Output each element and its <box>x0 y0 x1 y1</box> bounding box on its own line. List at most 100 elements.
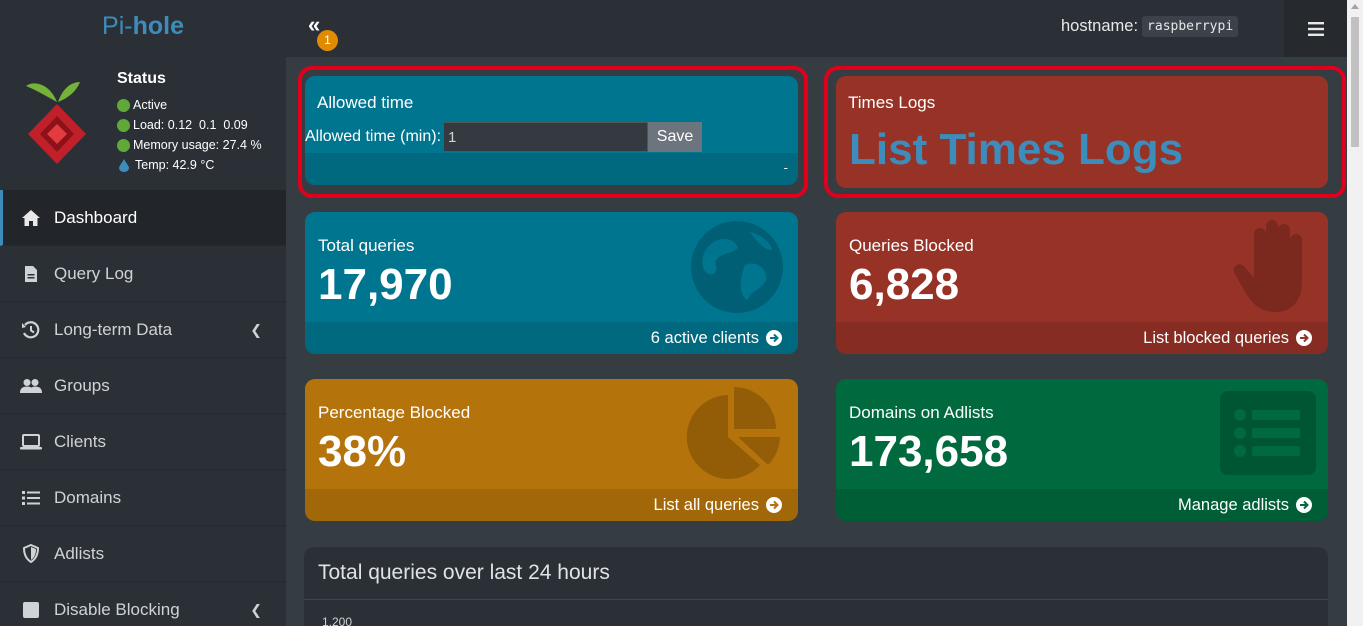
sidebar-item-query-log[interactable]: Query Log <box>0 246 286 302</box>
arrow-circle-right-icon <box>1296 330 1312 346</box>
brand-logo[interactable]: Pi-hole <box>0 0 286 54</box>
scrollbar-thumb[interactable] <box>1351 17 1359 147</box>
status-title: Status <box>117 70 166 87</box>
status-temp: Temp: 42.9 °C <box>117 158 214 172</box>
load-label: Load: <box>133 118 165 132</box>
shield-icon <box>20 544 42 564</box>
times-logs-card: Times Logs List Times Logs <box>836 76 1328 188</box>
sidebar-item-label: Long-term Data <box>54 319 173 339</box>
hostname-value: raspberrypi <box>1142 16 1239 37</box>
queries-blocked-title: Queries Blocked <box>849 236 974 255</box>
queries-blocked-card: Queries Blocked 6,828 List blocked queri… <box>836 212 1328 354</box>
chevron-left-icon: ❮ <box>250 321 262 337</box>
chart-y-tick: 1,200 <box>322 615 353 626</box>
list-blocked-queries-link[interactable]: List blocked queries <box>836 322 1328 354</box>
total-queries-card: Total queries 17,970 6 active clients <box>305 212 798 354</box>
hostname: hostname: raspberrypi <box>1061 16 1239 37</box>
topbar: « 1 hostname: raspberrypi <box>286 0 1347 57</box>
allowed-time-title: Allowed time <box>317 93 414 112</box>
allowed-time-form: Allowed time (min): Save <box>305 122 703 152</box>
domains-on-adlists-value: 173,658 <box>849 427 1009 476</box>
brand-prefix: Pi- <box>102 12 133 40</box>
laptop-icon <box>20 432 42 452</box>
hostname-label: hostname: <box>1061 17 1139 35</box>
sidebar-item-domains[interactable]: Domains <box>0 470 286 526</box>
percentage-blocked-card: Percentage Blocked 38% List all queries <box>305 379 798 521</box>
active-clients-link[interactable]: 6 active clients <box>305 322 798 354</box>
list-times-logs-link[interactable]: List Times Logs <box>849 125 1183 175</box>
memory-value: 27.4 % <box>222 138 262 152</box>
sidebar-item-label: Dashboard <box>54 207 138 227</box>
list-icon <box>20 488 42 508</box>
manage-adlists-text: Manage adlists <box>1178 495 1289 514</box>
total-queries-title: Total queries <box>318 236 415 255</box>
status-load: Load: 0.12 0.1 0.09 <box>117 118 248 132</box>
allowed-time-footer: - <box>305 153 798 185</box>
load-values: 0.12 0.1 0.09 <box>167 118 248 132</box>
menu-toggle-button[interactable] <box>1284 0 1347 57</box>
sidebar-item-dashboard[interactable]: Dashboard <box>0 190 286 246</box>
status-memory: Memory usage: 27.4 % <box>117 138 262 152</box>
sidebar-item-label: Groups <box>54 375 110 395</box>
total-queries-value: 17,970 <box>318 260 453 309</box>
sidebar-item-label: Query Log <box>54 263 134 283</box>
arrow-circle-right-icon <box>766 330 782 346</box>
page-scrollbar[interactable] <box>1347 0 1363 626</box>
sidebar-item-groups[interactable]: Groups <box>0 358 286 414</box>
pihole-logo-icon <box>26 82 86 164</box>
domains-on-adlists-card: Domains on Adlists 173,658 Manage adlist… <box>836 379 1328 521</box>
chevron-left-icon: ❮ <box>250 601 262 617</box>
file-icon <box>20 264 42 284</box>
list-all-queries-text: List all queries <box>653 495 759 514</box>
pie-chart-icon <box>686 387 780 479</box>
home-icon <box>20 208 42 228</box>
globe-icon <box>691 221 783 313</box>
active-clients-text: 6 active clients <box>650 328 759 347</box>
list-blocked-queries-text: List blocked queries <box>1143 328 1289 347</box>
sidebar-item-long-term-data[interactable]: Long-term Data ❮ <box>0 302 286 358</box>
memory-label: Memory usage: <box>133 138 220 152</box>
temp-text: Temp: 42.9 °C <box>135 158 215 172</box>
hand-icon <box>1233 220 1302 312</box>
arrow-circle-right-icon <box>1296 497 1312 513</box>
sidebar: Pi-hole Status Active Load: 0.12 0.1 0.0… <box>0 0 286 626</box>
users-icon <box>20 376 42 396</box>
memory-dot-icon <box>117 138 130 152</box>
active-dot-icon <box>117 98 130 112</box>
allowed-time-card: Allowed time Allowed time (min): Save - <box>305 76 798 185</box>
arrow-circle-right-icon <box>766 497 782 513</box>
save-button[interactable]: Save <box>648 122 703 152</box>
times-logs-title: Times Logs <box>848 93 936 112</box>
percentage-blocked-title: Percentage Blocked <box>318 403 471 422</box>
sidebar-item-adlists[interactable]: Adlists <box>0 526 286 582</box>
percentage-blocked-value: 38% <box>318 427 407 476</box>
history-icon <box>20 320 42 340</box>
sidebar-item-disable-blocking[interactable]: Disable Blocking ❮ <box>0 582 286 626</box>
list-alt-icon <box>1220 391 1316 475</box>
queries-blocked-value: 6,828 <box>849 260 960 309</box>
notification-badge[interactable]: 1 <box>317 30 338 51</box>
allowed-time-label: Allowed time (min): <box>305 128 442 145</box>
status-panel: Status Active Load: 0.12 0.1 0.09 Memory… <box>0 62 286 187</box>
hamburger-icon <box>1307 21 1324 36</box>
manage-adlists-link[interactable]: Manage adlists <box>836 489 1328 521</box>
temperature-drop-icon <box>119 158 129 172</box>
total-queries-chart-card: Total queries over last 24 hours 1,200 <box>304 547 1328 626</box>
load-dot-icon <box>117 118 130 132</box>
sidebar-item-label: Disable Blocking <box>54 599 180 619</box>
stop-icon <box>20 600 42 620</box>
scroll-up-arrow-icon[interactable] <box>1351 4 1359 9</box>
sidebar-item-label: Domains <box>54 487 122 507</box>
allowed-time-input[interactable] <box>443 122 649 152</box>
domains-on-adlists-title: Domains on Adlists <box>849 403 994 422</box>
list-all-queries-link[interactable]: List all queries <box>305 489 798 521</box>
status-active: Active <box>117 98 167 112</box>
sidebar-item-label: Adlists <box>54 543 105 563</box>
chart-divider <box>304 599 1328 600</box>
sidebar-item-clients[interactable]: Clients <box>0 414 286 470</box>
chart-title: Total queries over last 24 hours <box>318 561 610 584</box>
sidebar-item-label: Clients <box>54 431 106 451</box>
status-active-text: Active <box>133 98 168 112</box>
sidebar-menu: Dashboard Query Log Long-term Data ❮ Gro… <box>0 190 286 626</box>
brand-name: hole <box>132 12 184 40</box>
